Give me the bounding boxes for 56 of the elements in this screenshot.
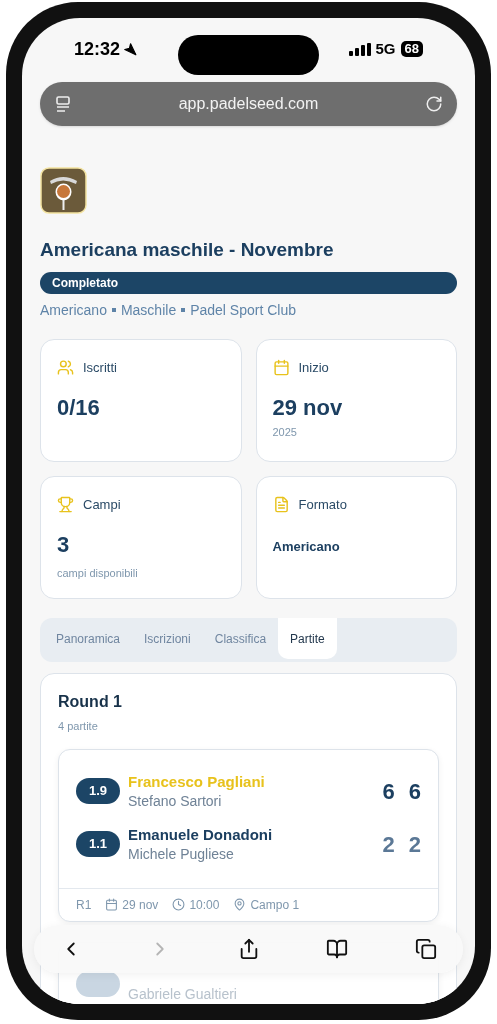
stat-value: 0/16 [57, 393, 101, 422]
stat-label: Formato [298, 496, 347, 514]
seed-badge: 1.1 [76, 831, 120, 857]
meta-item: Americano [40, 301, 107, 319]
clock-icon [172, 898, 186, 911]
partner-name: Gabriele Gualtieri [128, 984, 238, 1004]
trophy-icon [57, 496, 74, 514]
status-time: 12:32 [74, 39, 121, 59]
signal-icon [348, 42, 371, 56]
battery-indicator: 68 [400, 41, 423, 57]
meta-item: Padel Sport Club [190, 301, 296, 319]
stat-label: Inizio [298, 359, 329, 377]
location-icon [123, 42, 138, 56]
set-score: 2 [382, 830, 395, 859]
stat-caption: campi disponibili [57, 565, 139, 581]
set-score: 2 [408, 830, 421, 859]
status-badge: Completato [40, 272, 457, 294]
player-name: Francesco Pagliani [128, 771, 266, 791]
club-logo [40, 167, 87, 214]
set-score: 6 [382, 777, 395, 806]
tab[interactable]: Iscrizioni [132, 618, 203, 659]
partner-name: Stefano Sartori [128, 791, 223, 811]
seed-badge: 1.9 [76, 778, 120, 804]
tournament-title: Americana maschile - Novembre [40, 238, 335, 262]
set-score: 6 [408, 777, 421, 806]
network-label: 5G [375, 39, 396, 59]
document-icon [272, 496, 290, 514]
url-text: app.padelseed.com [178, 94, 319, 114]
stat-value: 3 [57, 530, 71, 559]
stat-value: 29 nov [272, 393, 344, 422]
stat-label: Iscritti [83, 359, 117, 377]
court-name: Campo 1 [250, 896, 300, 914]
calendar-icon [105, 898, 119, 911]
stat-label: Campi [83, 496, 121, 514]
seed-badge [76, 971, 120, 997]
match-date: 29 nov [122, 896, 159, 914]
reader-icon [54, 95, 72, 113]
address-bar[interactable]: app.padelseed.com [40, 82, 457, 126]
location-pin-icon [233, 898, 247, 911]
calendar-icon [272, 359, 290, 377]
users-icon [57, 359, 74, 377]
tab[interactable]: Partite [278, 618, 337, 659]
stat-caption: 2025 [272, 424, 298, 440]
tabs-button[interactable] [415, 938, 437, 960]
tab[interactable]: Classifica [202, 618, 279, 659]
round-code: R1 [76, 896, 92, 914]
player-name: Emanuele Donadoni [128, 824, 274, 844]
bookmarks-button[interactable] [326, 938, 349, 960]
match-time: 10:00 [189, 896, 220, 914]
round-title: Round 1 [58, 692, 123, 712]
partner-name: Michele Pugliese [128, 844, 235, 864]
round-subtitle: 4 partite [58, 719, 99, 734]
tab[interactable]: Panoramica [44, 618, 133, 659]
reload-button[interactable] [425, 95, 443, 113]
stat-value: Americano [272, 537, 341, 556]
meta-item: Maschile [120, 301, 177, 319]
